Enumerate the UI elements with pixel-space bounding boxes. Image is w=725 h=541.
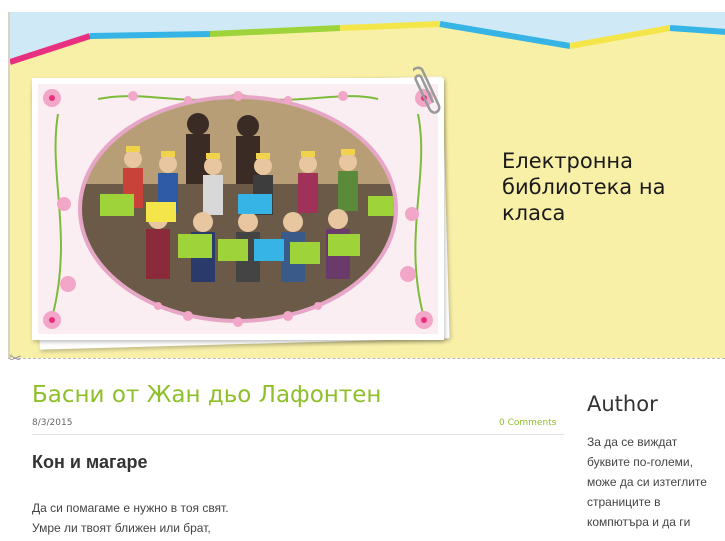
main-content: Басни от Жан дьо Лафонтен 8/3/2015 0 Com… — [8, 360, 725, 541]
decorative-stripes — [10, 12, 725, 74]
sidebar-line: компютъра и да ги — [587, 515, 691, 529]
sidebar-line: За да се виждат — [587, 435, 678, 449]
post-title[interactable]: Басни от Жан дьо Лафонтен — [32, 382, 381, 408]
sidebar-line: страниците в — [587, 495, 661, 509]
post-subtitle: Кон и магаре — [32, 452, 148, 472]
sidebar-title: Author — [587, 392, 658, 416]
class-photo — [38, 84, 438, 334]
site-header: Електронна библиотека на класа — [8, 12, 725, 358]
photo-card — [32, 78, 444, 340]
post-line: Умре ли твоят ближен или брат, — [32, 521, 211, 535]
sidebar-line: може да си изтеглите — [587, 475, 707, 489]
paperclip-icon — [413, 66, 441, 114]
post-line: Да си помагаме е нужно в тоя свят. — [32, 501, 229, 515]
window-top — [0, 0, 725, 12]
sidebar-text: За да се виждат буквите по-големи, може … — [587, 432, 721, 532]
post-body: Да си помагаме е нужно в тоя свят. Умре … — [32, 498, 229, 538]
comments-link[interactable]: 0 Comments — [499, 418, 556, 428]
post-divider — [32, 434, 564, 435]
post-date: 8/3/2015 — [32, 418, 73, 428]
cut-divider — [8, 358, 725, 359]
sidebar-line: буквите по-големи, — [587, 455, 693, 469]
site-title: Електронна библиотека на класа — [502, 149, 666, 225]
